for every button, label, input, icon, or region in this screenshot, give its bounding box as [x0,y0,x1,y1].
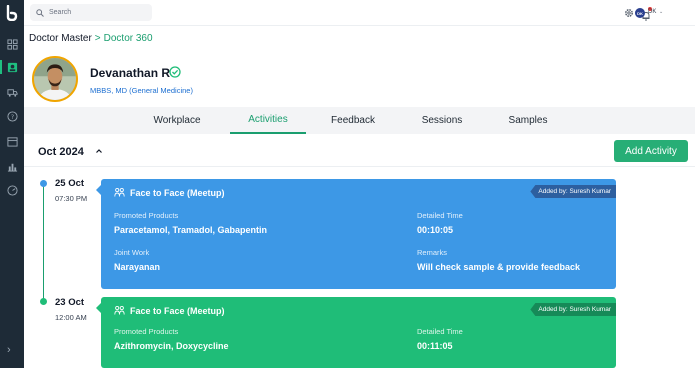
breadcrumb: Doctor Master > Doctor 360 [29,33,153,44]
promoted-products-value: Paracetamol, Tramadol, Gabapentin [114,225,268,235]
truck-icon[interactable] [6,86,18,98]
gauge-icon[interactable] [6,184,18,196]
doctor-name: Devanathan R [90,66,171,80]
breadcrumb-current: Doctor 360 [103,33,153,44]
detailed-time-value: 00:10:05 [417,225,454,235]
logo-icon[interactable] [5,5,19,21]
tab-activities[interactable]: Activities [230,107,306,134]
search-placeholder: Search [49,9,72,16]
search-icon [36,8,44,17]
added-by-badge: Added by: Suresh Kumar [530,303,616,316]
chart-icon[interactable] [6,160,18,172]
verified-check-icon [169,66,181,78]
field-label: Detailed Time [417,211,463,220]
activity-type: Face to Face (Meetup) [130,306,225,316]
tab-samples[interactable]: Samples [492,107,564,134]
add-activity-button[interactable]: Add Activity [614,140,688,162]
added-by-badge: Added by: Suresh Kumar [530,185,616,198]
timeline-dot [40,298,47,305]
activity-type: Face to Face (Meetup) [130,188,225,198]
sidebar: ? › [0,0,24,368]
dashboard-icon[interactable] [6,38,18,50]
divider [24,166,695,167]
user-avatar[interactable]: DK [635,8,645,18]
activity-card[interactable]: Face to Face (Meetup) Added by: Suresh K… [96,297,616,368]
tab-feedback[interactable]: Feedback [317,107,389,134]
calendar-icon[interactable] [6,135,18,147]
activity-date: 25 Oct [55,178,85,189]
detailed-time-value: 00:11:05 [417,341,453,351]
help-icon[interactable]: ? [6,110,18,122]
field-label: Detailed Time [417,327,463,336]
meetup-icon [114,305,125,315]
timeline-line [43,183,44,303]
promoted-products-value: Azithromycin, Doxycycline [114,341,229,351]
card-pointer [96,303,101,313]
activity-date: 23 Oct [55,297,85,308]
activity-time: 12:00 AM [55,313,87,322]
tab-bar: Workplace Activities Feedback Sessions S… [24,107,695,134]
tab-workplace[interactable]: Workplace [140,107,214,134]
svg-text:?: ? [10,112,13,120]
user-initials[interactable]: DK [648,9,656,15]
sidebar-active-indicator [0,60,2,74]
activity-card[interactable]: Face to Face (Meetup) Added by: Suresh K… [96,179,616,289]
doctor-photo [32,56,78,102]
chevron-down-icon[interactable]: ⌄ [659,9,663,15]
field-label: Remarks [417,248,448,257]
month-label: Oct 2024 [38,146,84,158]
field-label: Promoted Products [114,327,179,336]
breadcrumb-root[interactable]: Doctor Master [29,33,92,44]
expand-icon[interactable]: › [7,344,11,356]
doctor-icon[interactable] [6,61,18,73]
settings-icon[interactable] [624,8,634,18]
doctor-degree: MBBS, MD (General Medicine) [90,86,193,95]
field-label: Joint Work [114,248,150,257]
activity-time: 07:30 PM [55,194,88,203]
timeline-dot [40,180,47,187]
top-bar: Search DK DK ⌄ [24,0,695,26]
remarks-value: Will check sample & provide feedback [417,262,580,272]
search-input[interactable]: Search [30,4,152,21]
field-label: Promoted Products [114,211,179,220]
tab-sessions[interactable]: Sessions [406,107,478,134]
meetup-icon [114,187,125,197]
joint-work-value: Narayanan [114,262,161,272]
breadcrumb-separator: > [94,33,101,44]
card-pointer [96,185,101,195]
chevron-up-icon[interactable] [95,146,103,156]
